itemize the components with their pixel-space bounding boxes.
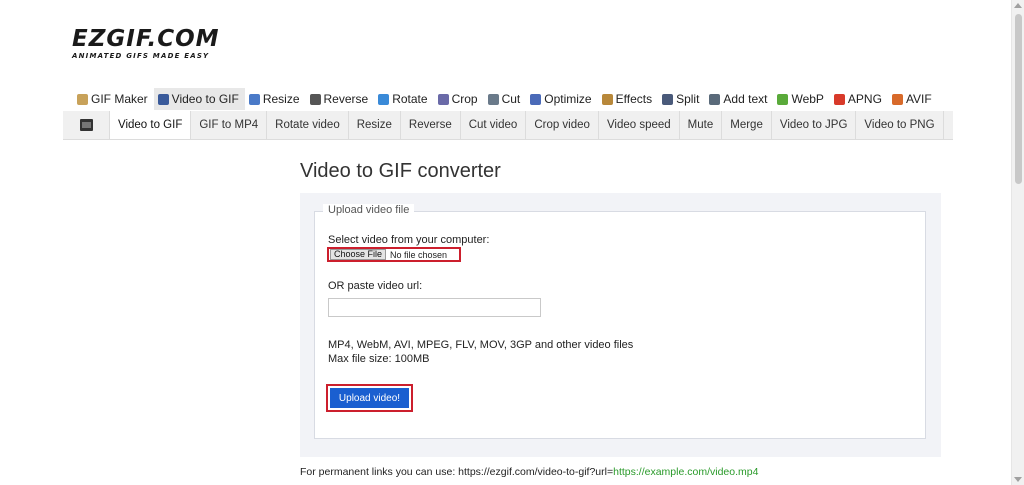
scrollbar-thumb[interactable] [1015,14,1022,184]
cut-icon [487,93,499,105]
logo-wordmark: EZGIF.COM [72,26,220,52]
upload-fieldset: Upload video file Select video from your… [314,204,926,439]
select-video-label: Select video from your computer: [328,234,490,246]
nav-item-label: Split [676,92,700,106]
logo-tagline: ANIMATED GIFS MADE EASY [72,52,210,60]
site-logo[interactable]: EZGIF.COM ANIMATED GIFS MADE EASY [72,28,242,62]
nav-item-avif[interactable]: AVIF [888,88,938,110]
tab-reverse[interactable]: Reverse [401,111,461,139]
effects-icon [601,93,613,105]
nav-item-label: Crop [451,92,478,106]
nav-item-label: Reverse [323,92,369,106]
video-url-input[interactable] [328,298,541,317]
sub-nav: Video to GIF GIF to MP4 Rotate video Resize… [63,111,953,140]
nav-item-label: WebP [791,92,824,106]
nav-item-add-text[interactable]: Add text [705,88,773,110]
nav-item-rotate[interactable]: Rotate [374,88,433,110]
permalink-hint: For permanent links you can use: https:/… [300,466,758,478]
reverse-icon [309,93,321,105]
nav-item-label: Rotate [392,92,428,106]
crop-icon [437,93,449,105]
tab-video-to-jpg[interactable]: Video to JPG [772,111,857,139]
choose-file-button[interactable]: Choose File [330,249,387,260]
nav-item-webp[interactable]: WebP [773,88,829,110]
url-label: OR paste video url: [328,280,423,292]
nav-item-label: Cut [501,92,521,106]
page-title: Video to GIF converter [300,160,501,182]
film-icon-cell [63,111,109,139]
nav-item-video-to-gif[interactable]: Video to GIF [153,88,245,110]
nav-item-optimize[interactable]: Optimize [526,88,597,110]
gif-maker-icon [77,93,88,105]
format-info: MP4, WebM, AVI, MPEG, FLV, MOV, 3GP and … [328,338,633,366]
resize-icon [248,93,260,105]
nav-item-label: AVIF [905,92,932,106]
nav-item-gif-maker[interactable]: GIF Maker [73,88,154,110]
file-status: No file chosen [390,249,448,260]
nav-item-reverse[interactable]: Reverse [306,88,375,110]
tab-cut-video[interactable]: Cut video [461,111,527,139]
vertical-scrollbar[interactable] [1011,0,1024,485]
main-nav: GIF Maker Video to GIF Resize Reverse Rotate… [73,88,938,110]
nav-item-effects[interactable]: Effects [598,88,658,110]
nav-item-label: Add text [723,92,768,106]
nav-item-label: Video to GIF [171,92,239,106]
upload-legend: Upload video file [323,204,415,216]
scroll-down-arrow-icon[interactable] [1014,477,1022,482]
file-picker[interactable]: Choose File No file chosen [327,247,461,262]
nav-item-label: Effects [615,92,653,106]
nav-item-cut[interactable]: Cut [484,88,527,110]
upload-button-highlight: Upload video! [326,384,413,412]
tab-gif-to-mp4[interactable]: GIF to MP4 [191,111,268,139]
split-icon [662,93,674,105]
avif-icon [891,93,903,105]
scroll-up-arrow-icon[interactable] [1014,3,1022,8]
apng-icon [833,93,845,105]
nav-item-label: Optimize [544,92,592,106]
rotate-icon [378,93,390,105]
video-to-gif-icon [157,93,169,105]
max-file-size: Max file size: 100MB [328,353,430,365]
nav-item-resize[interactable]: Resize [245,88,306,110]
tab-mute[interactable]: Mute [680,111,723,139]
nav-item-crop[interactable]: Crop [434,88,484,110]
nav-item-label: APNG [847,92,882,106]
tab-resize[interactable]: Resize [349,111,401,139]
nav-item-split[interactable]: Split [658,88,705,110]
tab-crop-video[interactable]: Crop video [526,111,599,139]
nav-item-label: GIF Maker [91,92,148,106]
optimize-icon [530,93,542,105]
upload-video-button[interactable]: Upload video! [330,388,409,408]
film-icon [79,119,93,131]
permalink-prefix: For permanent links you can use: https:/… [300,466,614,478]
add-text-icon [709,93,721,105]
supported-formats: MP4, WebM, AVI, MPEG, FLV, MOV, 3GP and … [328,339,634,351]
webp-icon [777,93,789,105]
permalink-example-link[interactable]: https://example.com/video.mp4 [613,466,758,478]
tab-merge[interactable]: Merge [722,111,772,139]
nav-item-label: Resize [262,92,300,106]
tab-video-to-png[interactable]: Video to PNG [856,111,944,139]
upload-panel: Upload video file Select video from your… [300,193,941,457]
tab-video-to-gif[interactable]: Video to GIF [109,111,192,139]
nav-item-apng[interactable]: APNG [830,88,888,110]
tab-rotate-video[interactable]: Rotate video [267,111,349,139]
tab-video-speed[interactable]: Video speed [599,111,680,139]
